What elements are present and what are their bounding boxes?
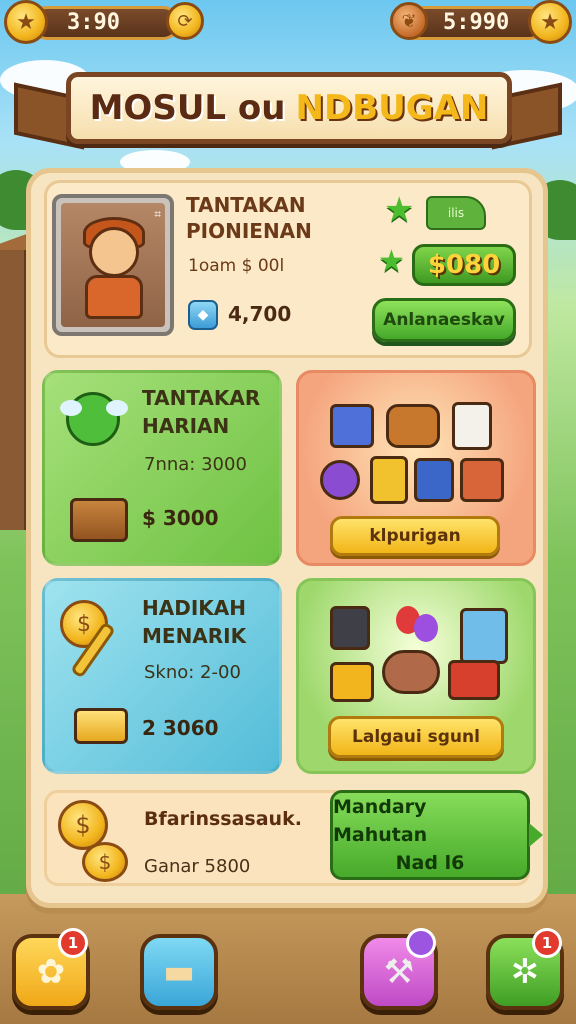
promo-button-line2: Nad l6 bbox=[395, 852, 465, 874]
coin-icon: $ bbox=[82, 842, 128, 882]
title-part2: NDBUGAN bbox=[295, 88, 489, 128]
coin-card-icon bbox=[414, 458, 454, 502]
milk-icon bbox=[452, 402, 492, 450]
nav-tools-badge bbox=[406, 928, 436, 958]
hero-price[interactable]: $080 bbox=[412, 244, 516, 286]
star-icon: ★ bbox=[384, 190, 415, 230]
hero-mini-badge: ilis bbox=[426, 196, 486, 230]
nav-inventory-button[interactable]: ▬ bbox=[140, 934, 218, 1010]
character-body bbox=[85, 275, 143, 319]
promo-button-line1: Mandary Mahutan bbox=[333, 796, 428, 846]
star-icon[interactable]: ★ bbox=[4, 0, 48, 44]
hero-portrait[interactable]: ⌗ bbox=[52, 194, 174, 336]
gem-icon bbox=[320, 460, 360, 500]
hero-title: TANTAKAN PIONIENAN bbox=[186, 192, 312, 244]
title-banner: MOSUL ou NDBUGAN bbox=[66, 72, 512, 144]
currency-right-value: 5:990 bbox=[443, 10, 510, 35]
bread-icon bbox=[386, 404, 440, 448]
star-card-icon bbox=[370, 456, 408, 504]
hero-action-button[interactable]: Anlanaeskav bbox=[372, 298, 516, 342]
box-icon bbox=[330, 404, 374, 448]
leaf-icon: ❦ bbox=[390, 2, 428, 40]
rewards-title-line2: MENARIK bbox=[142, 624, 247, 648]
shop-button[interactable]: klpurigan bbox=[330, 516, 500, 556]
daily-title-line1: TANTAKAR bbox=[142, 386, 261, 410]
hero-mini-badge-text: ilis bbox=[447, 206, 465, 220]
rewards-value: 2 3060 bbox=[142, 716, 219, 740]
rewards-title: HADIKAH MENARIK bbox=[142, 594, 246, 650]
hero-title-line2: PIONIENAN bbox=[186, 219, 312, 243]
bonus-button[interactable]: Lalgaui sgunl bbox=[328, 716, 504, 758]
star-icon: ★ bbox=[378, 244, 405, 279]
title-part1: MOSUL ou bbox=[89, 88, 286, 128]
treasure-chest-icon bbox=[448, 660, 500, 700]
daily-text: 7nna: 3000 bbox=[144, 454, 247, 475]
hero-action-label: Anlanaeskav bbox=[383, 310, 505, 330]
rewards-text: Skno: 2-00 bbox=[144, 662, 241, 683]
currency-left-counter[interactable]: 3:90 bbox=[30, 6, 180, 40]
hero-price-value: $080 bbox=[427, 250, 501, 280]
promo-title: Bfarinssasauk. bbox=[144, 808, 302, 830]
wing-icon bbox=[60, 400, 82, 416]
character-head bbox=[89, 227, 139, 277]
nav-home-badge: 1 bbox=[58, 928, 88, 958]
crate-icon bbox=[70, 498, 128, 542]
brick-icon: ▬ bbox=[162, 952, 196, 992]
shop-button-label: klpurigan bbox=[369, 526, 461, 546]
star-icon[interactable]: ★ bbox=[528, 0, 572, 44]
mirror-icon bbox=[460, 608, 508, 664]
hero-gem-value: 4,700 bbox=[228, 302, 292, 326]
gear-icon: ✲ bbox=[510, 952, 540, 992]
balloon-icon bbox=[414, 614, 438, 642]
gem-icon: ◆ bbox=[188, 300, 218, 330]
promo-arrow-button[interactable]: Mandary Mahutan Nad l6 bbox=[330, 790, 543, 880]
puzzle-icon: ✿ bbox=[36, 952, 66, 992]
daily-title: TANTAKAR HARIAN bbox=[142, 384, 260, 440]
daily-title-line2: HARIAN bbox=[142, 414, 230, 438]
hero-cost: 1oam $ 00l bbox=[188, 256, 285, 276]
rank-icon: ⌗ bbox=[154, 207, 161, 221]
nav-settings-badge: 1 bbox=[532, 928, 562, 958]
daily-value: $ 3000 bbox=[142, 506, 219, 530]
lantern-icon bbox=[330, 606, 370, 650]
hero-title-line1: TANTAKAN bbox=[186, 193, 306, 217]
coin-add-icon[interactable]: ⟳ bbox=[166, 2, 204, 40]
currency-left-value: 3:90 bbox=[67, 10, 120, 35]
rewards-title-line1: HADIKAH bbox=[142, 596, 246, 620]
gold-bar-icon bbox=[74, 708, 128, 744]
wing-icon bbox=[106, 400, 128, 416]
gift-icon bbox=[330, 662, 374, 702]
crate-icon bbox=[460, 458, 504, 502]
bonus-button-label: Lalgaui sgunl bbox=[352, 727, 480, 747]
piggy-bank-icon bbox=[382, 650, 440, 694]
hammer-icon: ⚒ bbox=[383, 952, 415, 992]
promo-subtitle: Ganar 5800 bbox=[144, 856, 251, 877]
